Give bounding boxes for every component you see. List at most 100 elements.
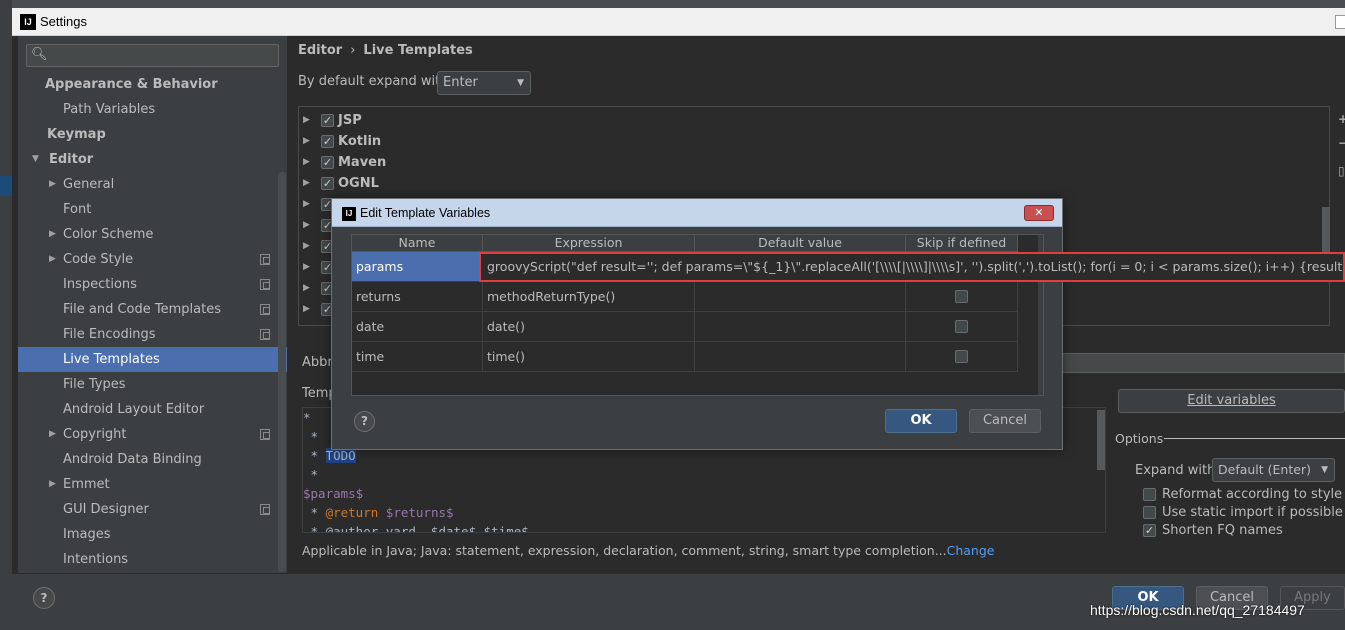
window-close-icon[interactable]: [1335, 15, 1345, 29]
expand-right-icon[interactable]: ▶: [303, 299, 310, 320]
sidebar-item-color-scheme[interactable]: ▶ Color Scheme: [18, 222, 287, 247]
sidebar-item-android-layout-editor[interactable]: Android Layout Editor: [18, 397, 287, 422]
applicable-text: Applicable in Java; Java: statement, exp…: [302, 543, 947, 558]
expand-down-icon[interactable]: ▼: [32, 147, 39, 172]
expand-right-icon[interactable]: ▶: [303, 173, 310, 194]
expand-right-icon[interactable]: ▶: [49, 247, 56, 272]
sidebar-scrollbar[interactable]: [278, 172, 286, 572]
expand-with-dropdown[interactable]: Default (Enter) ▼: [1212, 458, 1335, 482]
column-header-skip-if-defined[interactable]: Skip if defined: [906, 235, 1018, 252]
sidebar-item-file-and-code-templates[interactable]: File and Code Templates: [18, 297, 287, 322]
project-copy-icon: [260, 504, 270, 515]
expand-right-icon[interactable]: ▶: [303, 110, 310, 131]
dialog-close-button[interactable]: ✕: [1024, 205, 1054, 221]
dialog-ok-button[interactable]: OK: [885, 409, 957, 433]
expand-right-icon[interactable]: ▶: [303, 236, 310, 257]
column-header-name[interactable]: Name: [352, 235, 483, 252]
sidebar-item-font[interactable]: Font: [18, 197, 287, 222]
sidebar-item-general[interactable]: ▶ General: [18, 172, 287, 197]
variable-default-cell[interactable]: [695, 282, 906, 312]
template-text-line: *: [303, 410, 311, 425]
expand-right-icon[interactable]: ▶: [49, 172, 56, 197]
variable-name-cell[interactable]: returns: [352, 282, 483, 312]
copy-icon[interactable]: ▯: [1338, 164, 1345, 178]
option-checkbox[interactable]: [1143, 488, 1156, 501]
skip-if-defined-checkbox[interactable]: [954, 350, 968, 363]
expand-right-icon[interactable]: ▶: [303, 131, 310, 152]
add-icon[interactable]: +: [1338, 112, 1345, 126]
expand-right-icon[interactable]: ▶: [49, 472, 56, 497]
sidebar-item-appearance-behavior[interactable]: Appearance & Behavior: [18, 72, 287, 97]
group-checkbox[interactable]: ✓: [321, 177, 334, 190]
sidebar-item-live-templates[interactable]: Live Templates: [18, 347, 287, 372]
option-checkbox[interactable]: ✓: [1143, 524, 1156, 537]
sidebar-item-label: Editor: [49, 152, 94, 167]
variable-name-cell[interactable]: date: [352, 312, 483, 342]
sidebar-item-path-variables[interactable]: Path Variables: [18, 97, 287, 122]
variable-skip-cell[interactable]: [906, 312, 1018, 342]
sidebar-item-copyright[interactable]: ▶ Copyright: [18, 422, 287, 447]
template-text-line: * @return $returns$: [303, 505, 454, 520]
sidebar-item-emmet[interactable]: ▶ Emmet: [18, 472, 287, 497]
variable-skip-cell[interactable]: [906, 342, 1018, 372]
description-field[interactable]: [1062, 353, 1345, 373]
column-header-expression[interactable]: Expression: [483, 235, 695, 252]
variable-expression-cell[interactable]: date(): [483, 312, 695, 342]
sidebar-item-label: Intentions: [63, 552, 129, 567]
sidebar-item-file-types[interactable]: File Types: [18, 372, 287, 397]
template-group[interactable]: ▶ ✓ JSP: [299, 110, 1329, 131]
sidebar-item-keymap[interactable]: Keymap: [18, 122, 287, 147]
sidebar-item-label: Inspections: [63, 277, 137, 292]
variable-name-cell[interactable]: time: [352, 342, 483, 372]
dialog-cancel-button[interactable]: Cancel: [969, 409, 1041, 433]
group-checkbox[interactable]: ✓: [321, 156, 334, 169]
sidebar-item-code-style[interactable]: ▶ Code Style: [18, 247, 287, 272]
template-group[interactable]: ▶ ✓ Kotlin: [299, 131, 1329, 152]
skip-if-defined-checkbox[interactable]: [954, 290, 968, 303]
expand-right-icon[interactable]: ▶: [303, 152, 310, 173]
variable-name-cell[interactable]: params: [352, 252, 483, 282]
remove-icon[interactable]: −: [1338, 136, 1345, 150]
sidebar-item-editor[interactable]: ▼ Editor: [18, 147, 287, 172]
option-checkbox[interactable]: [1143, 506, 1156, 519]
expand-right-icon[interactable]: ▶: [49, 222, 56, 247]
group-checkbox[interactable]: ✓: [321, 135, 334, 148]
expand-right-icon[interactable]: ▶: [303, 257, 310, 278]
sidebar-item-label: Emmet: [63, 477, 110, 492]
expression-edit-field[interactable]: groovyScript("def result=''; def params=…: [479, 252, 1345, 282]
template-text-line: $params$: [303, 486, 363, 501]
template-list-scrollbar[interactable]: [1322, 207, 1330, 253]
template-group[interactable]: ▶ ✓ Maven: [299, 152, 1329, 173]
sidebar-item-images[interactable]: Images: [18, 522, 287, 547]
dialog-help-button[interactable]: ?: [354, 411, 375, 432]
template-group[interactable]: ▶ ✓ OGNL: [299, 173, 1329, 194]
expand-right-icon[interactable]: ▶: [303, 194, 310, 215]
edit-template-variables-dialog: IJ Edit Template Variables ✕ Name Express…: [331, 198, 1063, 450]
variable-default-cell[interactable]: [695, 312, 906, 342]
skip-if-defined-checkbox[interactable]: [954, 320, 968, 333]
expand-right-icon[interactable]: ▶: [49, 422, 56, 447]
breadcrumb-parent[interactable]: Editor: [298, 43, 342, 58]
sidebar-item-android-data-binding[interactable]: Android Data Binding: [18, 447, 287, 472]
expand-right-icon[interactable]: ▶: [303, 278, 310, 299]
group-checkbox[interactable]: ✓: [321, 114, 334, 127]
expand-right-icon[interactable]: ▶: [303, 215, 310, 236]
expand-dropdown[interactable]: Enter ▼: [437, 71, 531, 95]
template-group-name: Maven: [338, 155, 387, 170]
code-text: *: [303, 467, 319, 482]
template-text-scrollbar[interactable]: [1097, 410, 1105, 470]
edit-variables-button[interactable]: Edit variables: [1118, 389, 1345, 413]
variable-skip-cell[interactable]: [906, 282, 1018, 312]
variable-default-cell[interactable]: [695, 342, 906, 372]
variable-expression-cell[interactable]: time(): [483, 342, 695, 372]
change-link[interactable]: Change: [947, 543, 995, 558]
help-button[interactable]: ?: [33, 587, 55, 609]
column-header-default-value[interactable]: Default value: [695, 235, 906, 252]
sidebar-item-gui-designer[interactable]: GUI Designer: [18, 497, 287, 522]
sidebar-item-intentions[interactable]: Intentions: [18, 547, 287, 572]
code-selection: TODO: [325, 448, 356, 463]
sidebar-item-inspections[interactable]: Inspections: [18, 272, 287, 297]
variable-expression-cell[interactable]: methodReturnType(): [483, 282, 695, 312]
search-input[interactable]: 🔍︎: [26, 44, 279, 67]
sidebar-item-file-encodings[interactable]: File Encodings: [18, 322, 287, 347]
